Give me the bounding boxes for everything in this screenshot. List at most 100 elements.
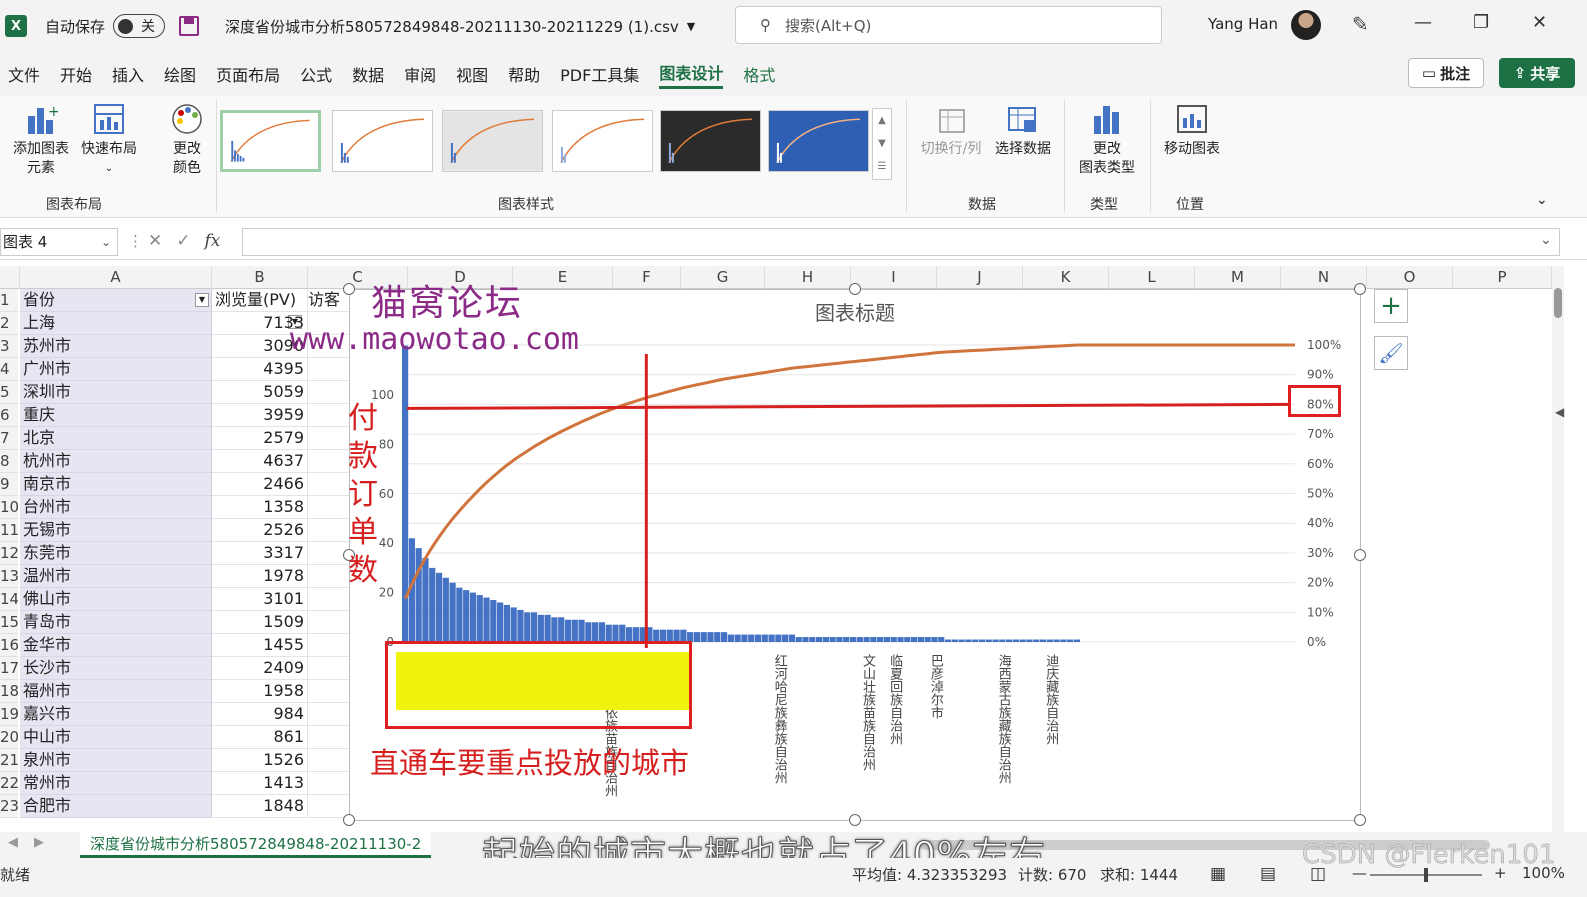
cell-visitor[interactable] <box>308 404 350 427</box>
scroll-thumb[interactable] <box>1554 288 1562 318</box>
col-header-k[interactable]: K <box>1023 266 1109 289</box>
cell-pv[interactable]: 3959 <box>212 404 308 427</box>
menu-help[interactable]: 帮助 <box>508 62 540 86</box>
row-header[interactable]: 20 <box>0 726 18 749</box>
cell-pv[interactable]: 3101 <box>212 588 308 611</box>
filter-dropdown-icon[interactable]: ▼ <box>195 293 209 307</box>
quick-layout-button[interactable]: 快速布局 ⌄ <box>78 102 140 178</box>
select-data-button[interactable]: 选择数据 <box>990 102 1056 159</box>
cell-visitor[interactable] <box>308 358 350 381</box>
minimize-icon[interactable]: — <box>1414 12 1432 33</box>
col-header-j[interactable]: J <box>937 266 1023 289</box>
cell-city[interactable]: 杭州市 <box>20 450 212 473</box>
menu-file[interactable]: 文件 <box>8 62 40 86</box>
chart-style-6[interactable] <box>768 110 869 172</box>
cell-pv[interactable]: 2526 <box>212 519 308 542</box>
row-header-1[interactable]: 1 <box>0 289 18 312</box>
cell-pv[interactable]: 1413 <box>212 772 308 795</box>
cell-city[interactable]: 北京 <box>20 427 212 450</box>
cell-pv[interactable]: 4395 <box>212 358 308 381</box>
cell-city[interactable]: 常州市 <box>20 772 212 795</box>
row-header[interactable]: 7 <box>0 427 18 450</box>
cell-visitor[interactable] <box>308 565 350 588</box>
row-header[interactable]: 8 <box>0 450 18 473</box>
cell-visitor[interactable] <box>308 657 350 680</box>
col-header-f[interactable]: F <box>613 266 681 289</box>
user-name[interactable]: Yang Han <box>1208 15 1278 33</box>
move-chart-button[interactable]: 移动图表 <box>1158 102 1226 159</box>
cell-city[interactable]: 长沙市 <box>20 657 212 680</box>
cell-city[interactable]: 福州市 <box>20 680 212 703</box>
chart-style-3[interactable] <box>442 110 543 172</box>
col-header-g[interactable]: G <box>681 266 765 289</box>
change-chart-type-button[interactable]: 更改 图表类型 <box>1072 102 1142 178</box>
cell-city[interactable]: 青岛市 <box>20 611 212 634</box>
cell-city[interactable]: 上海 <box>20 312 212 335</box>
cell-visitor[interactable] <box>308 450 350 473</box>
cell-city[interactable]: 台州市 <box>20 496 212 519</box>
cell-city[interactable]: 南京市 <box>20 473 212 496</box>
col-header-o[interactable]: O <box>1367 266 1453 289</box>
expand-formula-icon[interactable]: ⌄ <box>1540 232 1552 248</box>
chart-style-4[interactable] <box>552 110 653 172</box>
chart-styles-button[interactable]: 🖌 <box>1374 336 1408 370</box>
col-header-h[interactable]: H <box>765 266 851 289</box>
row-header[interactable]: 10 <box>0 496 18 519</box>
row-header[interactable]: 21 <box>0 749 18 772</box>
resize-handle[interactable] <box>1354 283 1366 295</box>
col-header-m[interactable]: M <box>1195 266 1281 289</box>
cell-visitor[interactable] <box>308 381 350 404</box>
comment-button[interactable]: ▭ 批注 <box>1408 58 1484 88</box>
menu-format[interactable]: 格式 <box>743 62 775 86</box>
filename-dropdown-icon[interactable]: ▼ <box>687 20 695 33</box>
save-icon[interactable] <box>179 16 200 36</box>
row-header[interactable]: 5 <box>0 381 18 404</box>
cell-city[interactable]: 嘉兴市 <box>20 703 212 726</box>
menu-review[interactable]: 审阅 <box>404 62 436 86</box>
row-header[interactable]: 12 <box>0 542 18 565</box>
pane-toggle-icon[interactable]: ◀ <box>1555 405 1564 419</box>
cell-pv[interactable]: 861 <box>212 726 308 749</box>
cell-pv[interactable]: 984 <box>212 703 308 726</box>
row-header[interactable]: 13 <box>0 565 18 588</box>
cell-pv[interactable]: 2579 <box>212 427 308 450</box>
row-header[interactable]: 16 <box>0 634 18 657</box>
row-header[interactable]: 23 <box>0 795 18 818</box>
sheet-tab[interactable]: 深度省份城市分析580572849848-20211130-2 <box>80 832 432 858</box>
cell-city[interactable]: 合肥市 <box>20 795 212 818</box>
confirm-icon[interactable]: ✓ <box>176 231 190 251</box>
row-header[interactable]: 2 <box>0 312 18 335</box>
gallery-scroll[interactable]: ▲ ▼ ☰ <box>872 108 892 180</box>
menu-data[interactable]: 数据 <box>352 62 384 86</box>
pen-icon[interactable]: ✎ <box>1352 12 1369 36</box>
file-name[interactable]: 深度省份城市分析580572849848-20211130-20211229 (… <box>225 16 679 37</box>
col-header-p[interactable]: P <box>1453 266 1552 289</box>
gallery-more-icon[interactable]: ☰ <box>873 155 891 178</box>
row-header[interactable]: 9 <box>0 473 18 496</box>
zoom-slider-thumb[interactable] <box>1424 868 1428 882</box>
share-button[interactable]: ⇪ 共享 <box>1499 58 1575 88</box>
cell-city[interactable]: 苏州市 <box>20 335 212 358</box>
menu-pdf-tools[interactable]: PDF工具集 <box>560 62 639 86</box>
cell-pv[interactable]: 2466 <box>212 473 308 496</box>
menu-draw[interactable]: 绘图 <box>164 62 196 86</box>
fx-icon[interactable]: fx <box>205 231 221 251</box>
name-box[interactable]: 图表 4 ⌄ <box>0 228 118 256</box>
cell-visitor[interactable] <box>308 473 350 496</box>
menu-view[interactable]: 视图 <box>456 62 488 86</box>
cell-visitor[interactable] <box>308 680 350 703</box>
autosave-toggle[interactable]: 关 <box>113 14 166 38</box>
cell-visitor[interactable] <box>308 519 350 542</box>
cell-city[interactable]: 泉州市 <box>20 749 212 772</box>
cell-visitor[interactable] <box>308 496 350 519</box>
cell-pv[interactable]: 1526 <box>212 749 308 772</box>
cell-visitor[interactable] <box>308 749 350 772</box>
col-header-b[interactable]: B <box>212 266 308 289</box>
gallery-down-icon[interactable]: ▼ <box>873 132 891 155</box>
cell-pv[interactable]: 2409 <box>212 657 308 680</box>
cell-visitor[interactable] <box>308 588 350 611</box>
cell-city[interactable]: 广州市 <box>20 358 212 381</box>
row-header[interactable]: 4 <box>0 358 18 381</box>
select-all-corner[interactable] <box>0 266 20 289</box>
restore-icon[interactable]: ❐ <box>1473 12 1489 33</box>
